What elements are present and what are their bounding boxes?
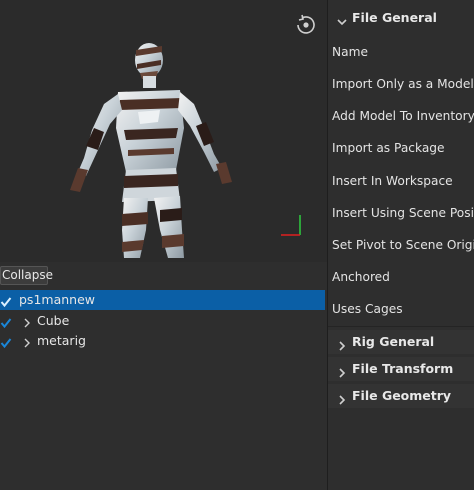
section-rig-general[interactable]: Rig General <box>328 330 474 354</box>
tree-item-label: metarig <box>37 333 86 348</box>
rotate-view-icon[interactable] <box>293 12 319 38</box>
chevron-right-icon <box>336 336 348 351</box>
chevron-down-icon <box>336 12 348 26</box>
property-set-pivot-to-scene-origin: Set Pivot to Scene Origin <box>332 238 474 252</box>
chevron-right-icon <box>336 363 348 378</box>
section-file-geometry[interactable]: File Geometry <box>328 384 474 408</box>
section-label: File General <box>352 10 437 25</box>
tree-item-ps1mannew[interactable]: ps1mannew <box>0 290 325 310</box>
checkbox-icon[interactable] <box>0 294 12 308</box>
tree-item-cube[interactable]: Cube <box>0 311 327 331</box>
property-anchored: Anchored <box>332 270 390 284</box>
tree-item-label: ps1mannew <box>19 292 95 307</box>
axis-gizmo-icon <box>278 212 304 238</box>
model-viewport[interactable] <box>0 0 327 262</box>
tree-item-label: Cube <box>37 313 70 328</box>
section-label: Rig General <box>352 334 435 349</box>
chevron-right-icon <box>336 390 348 405</box>
section-file-transform[interactable]: File Transform <box>328 357 474 381</box>
chevron-right-icon[interactable] <box>22 335 32 348</box>
import-preview-window: Collapse ps1mannew Cube metarig File Gen… <box>0 0 474 490</box>
property-add-model-to-inventory: Add Model To Inventory <box>332 109 474 123</box>
collapse-button[interactable]: Collapse <box>0 266 53 285</box>
property-insert-using-scene-position: Insert Using Scene Position <box>332 206 474 220</box>
property-import-as-package: Import as Package <box>332 141 445 155</box>
property-uses-cages: Uses Cages <box>332 302 403 316</box>
settings-panel: File General Name Import Only as a Model… <box>327 0 474 490</box>
property-insert-in-workspace: Insert In Workspace <box>332 174 453 188</box>
tree-item-metarig[interactable]: metarig <box>0 331 327 351</box>
section-label: File Transform <box>352 361 454 376</box>
checkbox-icon[interactable] <box>0 315 12 329</box>
checkbox-icon[interactable] <box>0 335 12 349</box>
preview-pane: Collapse ps1mannew Cube metarig <box>0 0 327 490</box>
section-file-general[interactable]: File General <box>328 6 474 30</box>
hierarchy-tree: ps1mannew Cube metarig <box>0 290 327 351</box>
property-name: Name <box>332 45 368 59</box>
divider <box>328 326 474 327</box>
chevron-right-icon[interactable] <box>22 315 32 328</box>
section-label: File Geometry <box>352 388 452 403</box>
property-import-only-as-model: Import Only as a Model <box>332 77 474 91</box>
